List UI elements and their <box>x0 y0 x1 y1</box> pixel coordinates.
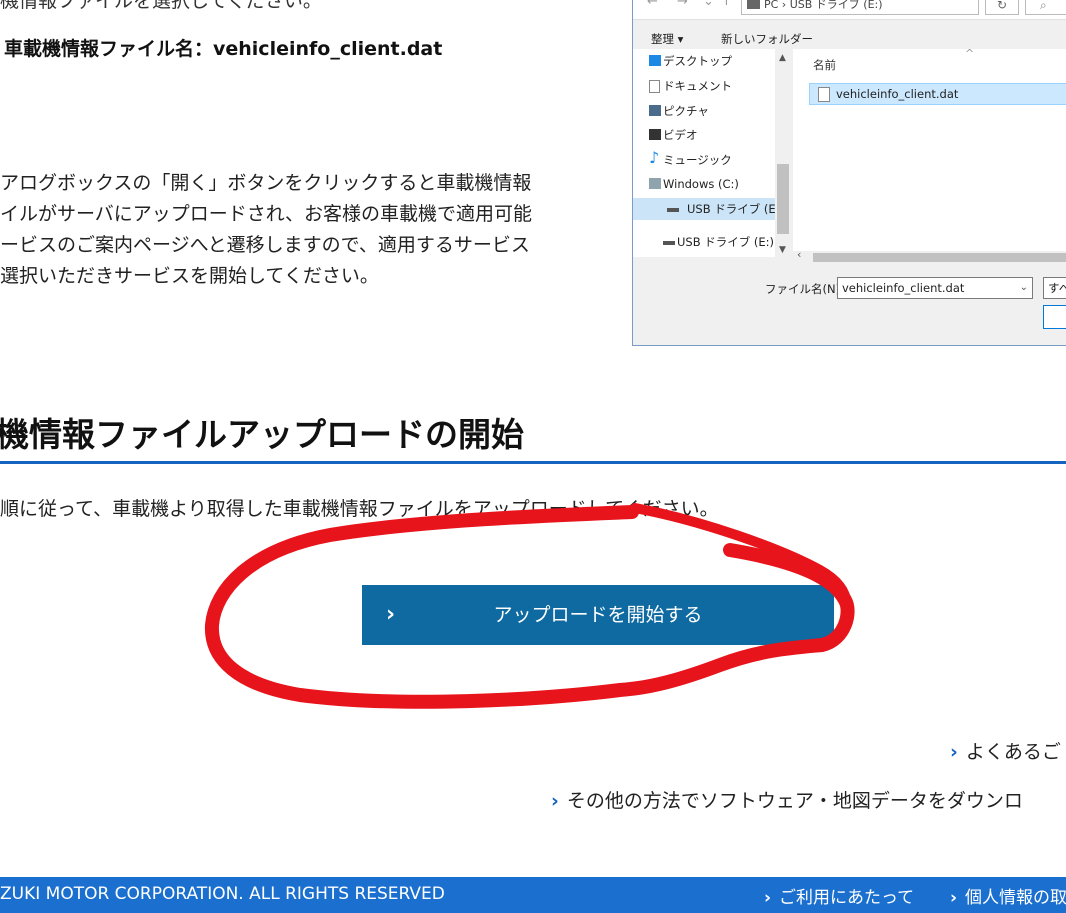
chevron-right-icon: › <box>950 888 958 908</box>
nav-item-documents: ドキュメント <box>649 75 732 97</box>
column-name-header: 名前 <box>813 58 836 72</box>
cut-off-instruction: 機情報ファイルを選択してください。 <box>0 0 322 12</box>
file-dialog-screenshot: ← → ⌄ ↑ PC › USB ドライブ (E:) ↻ ⌕ 整理 ▾ 新しいフ… <box>632 0 1066 346</box>
search-icon: ⌕ <box>1025 0 1066 15</box>
paragraph-line: 選択いただきサービスを開始してください。 <box>0 265 379 287</box>
filename-label: ファイル名(N): <box>765 282 844 296</box>
refresh-icon: ↻ <box>985 0 1019 15</box>
privacy-label: 個人情報の取 <box>965 888 1066 908</box>
pc-icon <box>747 0 760 9</box>
nav-label: USB ドライブ (E:) <box>687 202 785 216</box>
dialog-file-pane: 名前 ^ vehicleinfo_client.dat <box>793 47 1066 257</box>
forward-arrow-icon: → <box>677 0 688 9</box>
paragraph-line: ービスのご案内ページへと遷移しますので、適用するサービス <box>0 234 530 256</box>
chevron-down-icon: ⌄ <box>1019 282 1028 293</box>
terms-label: ご利用にあたって <box>779 888 915 908</box>
section-title: 機情報ファイルアップロードの開始 <box>0 415 524 454</box>
faq-link[interactable]: › よくあるご <box>950 737 1061 764</box>
nav-item-usb-drive-2: USB ドライブ (E:) <box>663 231 775 253</box>
paragraph-line: アログボックスの「開く」ボタンをクリックすると車載機情報 <box>0 172 532 194</box>
start-upload-button[interactable]: › アップロードを開始する <box>362 585 834 645</box>
nav-label: ミュージック <box>663 153 732 167</box>
nav-label: Windows (C:) <box>663 177 739 191</box>
file-row: vehicleinfo_client.dat <box>809 83 1066 105</box>
nav-label: ドキュメント <box>663 79 732 93</box>
other-method-link-label: その他の方法でソフトウェア・地図データをダウンロ <box>566 790 1023 812</box>
scroll-left-icon: ‹ <box>797 248 802 261</box>
new-folder-button: 新しいフォルダー <box>721 32 813 46</box>
dialog-bottom: ファイル名(N): vehicleinfo_client.dat ⌄ すべ <box>633 265 1066 345</box>
nav-label: ビデオ <box>663 128 698 142</box>
chevron-right-icon: › <box>764 888 772 908</box>
usb-drive-icon <box>663 241 675 245</box>
videos-icon <box>649 129 661 140</box>
chevron-right-icon: › <box>551 790 559 812</box>
filename-field: vehicleinfo_client.dat ⌄ <box>837 277 1033 299</box>
nav-item-usb-drive: USB ドライブ (E:) <box>633 198 784 220</box>
nav-label: ピクチャ <box>663 104 709 118</box>
section-intro: 順に従って、車載機より取得した車載機情報ファイルをアップロードしてください。 <box>0 498 719 520</box>
chevron-right-icon: › <box>950 741 958 763</box>
sort-caret-icon: ^ <box>965 47 975 60</box>
paragraph-line: イルがサーバにアップロードされ、お客様の車載機で適用可能 <box>0 203 533 225</box>
section-divider <box>0 461 1066 464</box>
back-arrow-icon: ← <box>647 0 658 9</box>
nav-label: USB ドライブ (E:) <box>677 235 775 249</box>
scroll-down-icon: ▼ <box>779 245 786 255</box>
open-button <box>1043 305 1066 329</box>
instruction-paragraph: アログボックスの「開く」ボタンをクリックすると車載機情報 イルがサーバにアップロ… <box>0 168 600 292</box>
file-type-select: すべ <box>1043 277 1066 299</box>
music-icon: ♪ <box>649 148 660 167</box>
pictures-icon <box>649 105 661 116</box>
nav-item-windows-drive: Windows (C:) <box>649 173 739 195</box>
copyright-text: ZUKI MOTOR CORPORATION. ALL RIGHTS RESER… <box>0 884 445 904</box>
documents-icon <box>649 80 660 93</box>
dialog-nav-bar: ← → ⌄ ↑ PC › USB ドライブ (E:) ↻ ⌕ <box>633 0 1066 20</box>
footer-privacy-link[interactable]: › 個人情報の取 <box>950 883 1066 908</box>
scroll-thumb <box>813 253 1066 262</box>
upload-button-label: アップロードを開始する <box>493 604 703 626</box>
horizontal-scrollbar: ‹ <box>793 248 1066 263</box>
windows-drive-icon <box>649 178 661 189</box>
nav-label: デスクトップ <box>663 54 732 68</box>
file-name: vehicleinfo_client.dat <box>836 87 959 101</box>
scroll-thumb <box>777 164 789 234</box>
dialog-path: PC › USB ドライブ (E:) <box>741 0 979 15</box>
chevron-down-icon: ⌄ <box>703 0 714 9</box>
dialog-toolbar: 整理 ▾ 新しいフォルダー <box>633 23 1066 47</box>
filename-line: 車載機情報ファイル名：vehicleinfo_client.dat <box>4 38 443 60</box>
nav-item-pictures: ピクチャ <box>649 100 709 122</box>
faq-link-label: よくあるご <box>965 741 1061 763</box>
nav-item-videos: ビデオ <box>649 124 698 146</box>
nav-item-music: ♪ ミュージック <box>649 148 732 171</box>
footer: ZUKI MOTOR CORPORATION. ALL RIGHTS RESER… <box>0 877 1066 913</box>
nav-item-desktop: デスクトップ <box>649 50 732 72</box>
dialog-nav-pane: デスクトップ ドキュメント ピクチャ ビデオ ♪ ミュージック Windows (… <box>633 49 789 257</box>
organize-menu: 整理 ▾ <box>651 32 684 46</box>
up-arrow-icon: ↑ <box>721 0 732 9</box>
desktop-icon <box>649 55 661 66</box>
file-icon <box>818 87 830 102</box>
footer-terms-link[interactable]: › ご利用にあたって <box>764 883 914 908</box>
scroll-up-icon: ▲ <box>779 53 786 63</box>
chevron-right-icon: › <box>386 602 396 627</box>
other-method-link[interactable]: › その他の方法でソフトウェア・地図データをダウンロ <box>551 786 1023 813</box>
nav-scrollbar: ▲ ▼ <box>775 49 791 257</box>
filename-value: vehicleinfo_client.dat <box>842 281 965 295</box>
path-label: PC › USB ドライブ (E:) <box>764 0 883 11</box>
usb-drive-icon <box>667 208 679 212</box>
